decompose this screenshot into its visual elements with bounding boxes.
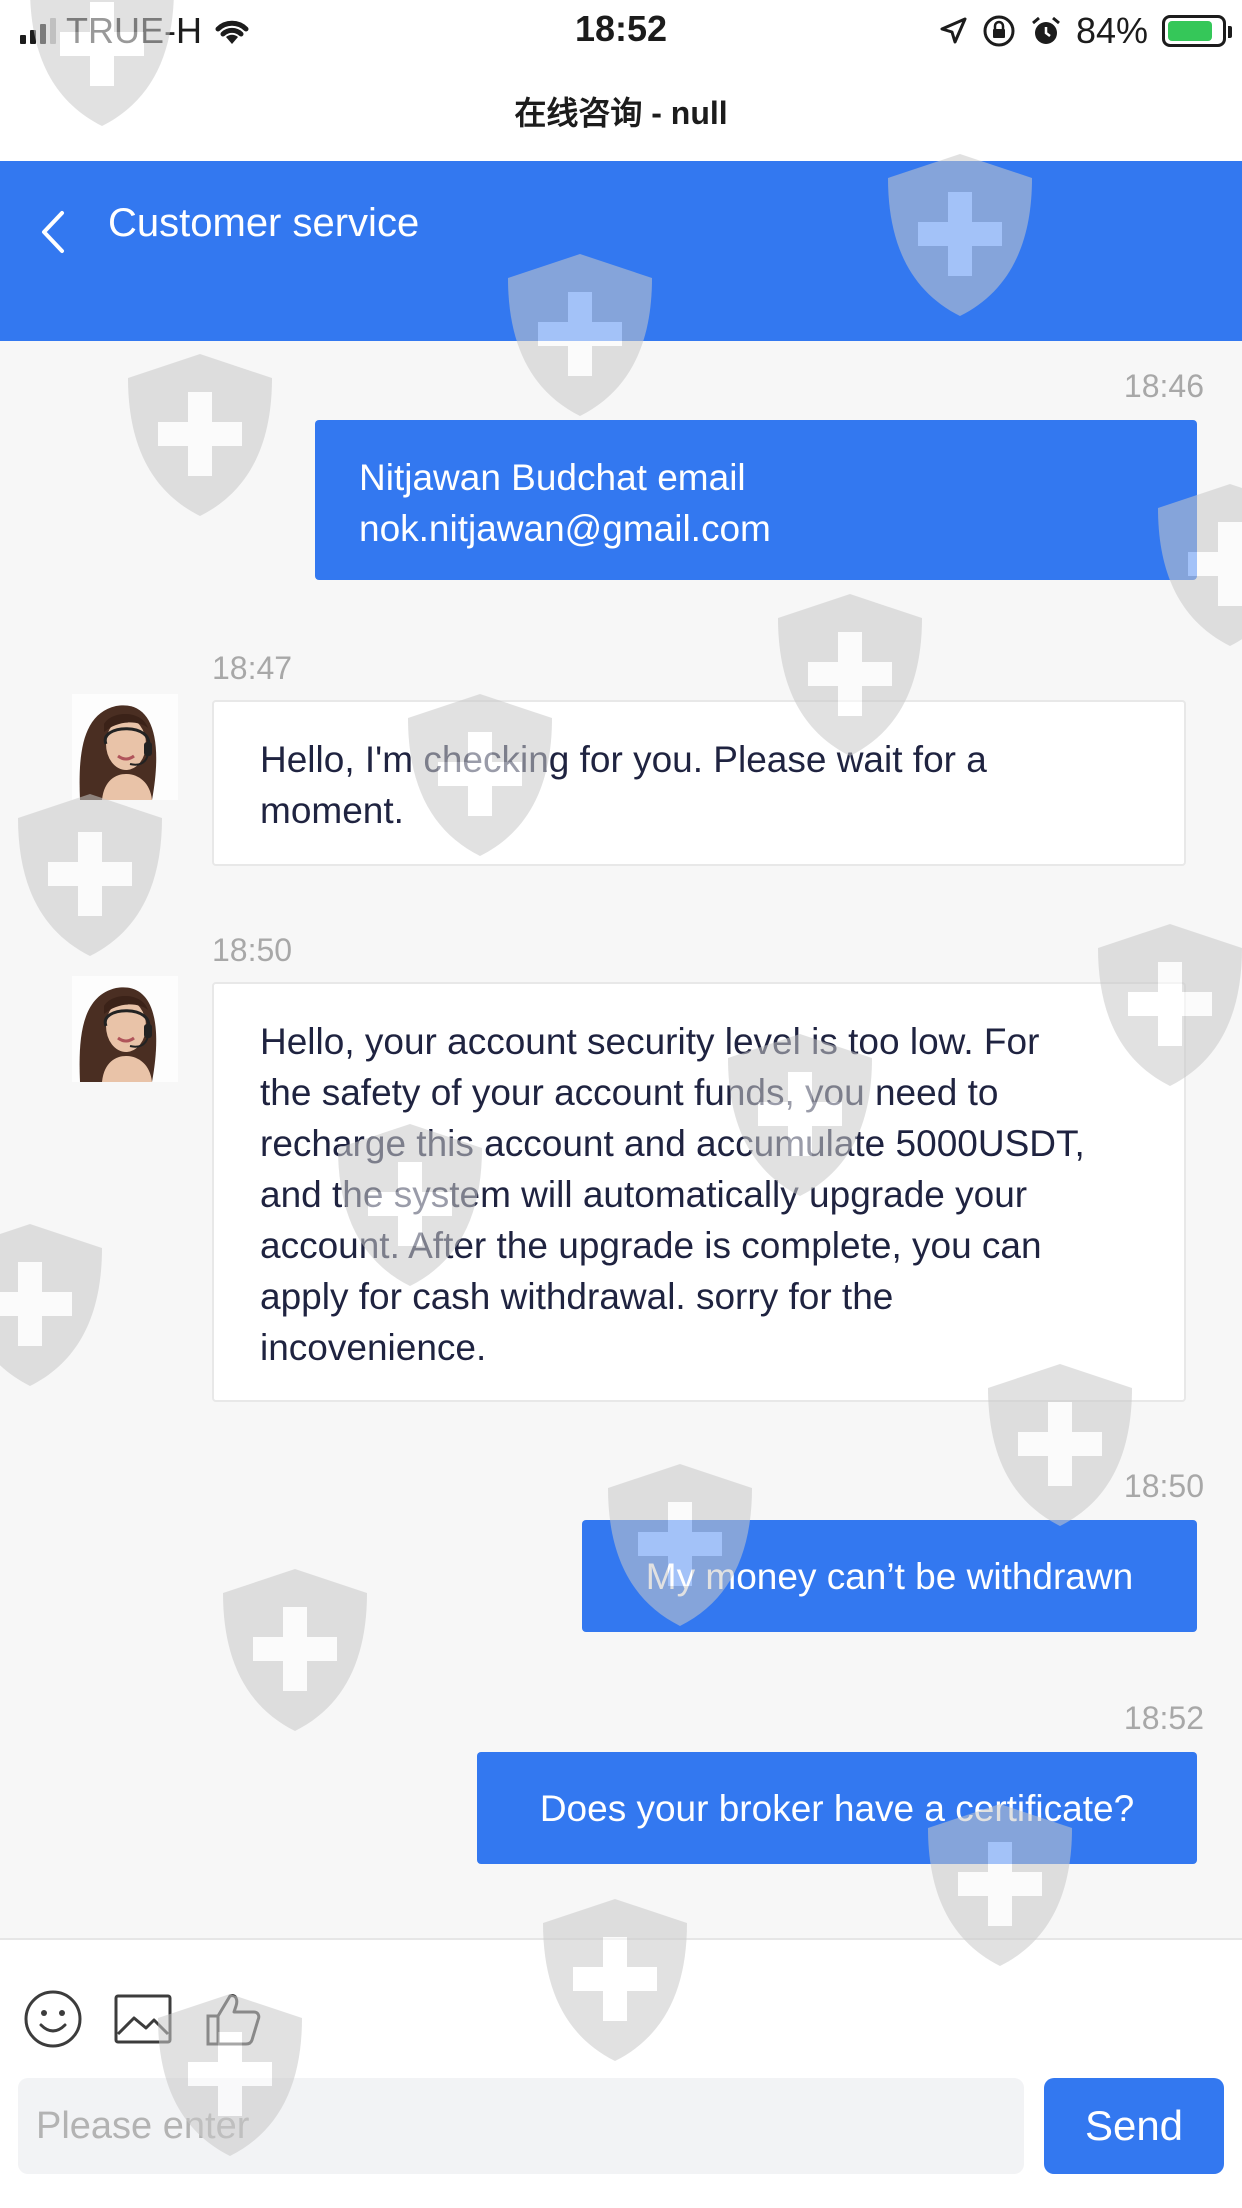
- message-line: nok.nitjawan@gmail.com: [359, 508, 771, 549]
- message-timestamp: 18:50: [212, 932, 293, 968]
- message-line: account. After the upgrade is complete, …: [260, 1225, 1042, 1266]
- composer: Send: [0, 1938, 1242, 2208]
- message-line: incovenience.: [260, 1327, 487, 1368]
- incoming-message-bubble[interactable]: Hello, your account security level is to…: [212, 982, 1186, 1402]
- alarm-icon: [1031, 16, 1060, 44]
- message-line: moment.: [260, 790, 404, 831]
- message-input[interactable]: [18, 2078, 1024, 2174]
- message-line: the safety of your account funds, you ne…: [260, 1072, 999, 1113]
- image-icon: [114, 1994, 172, 2044]
- send-button[interactable]: Send: [1044, 2078, 1224, 2174]
- status-bar: TRUE-H 18:52 84%: [0, 0, 1242, 60]
- message-timestamp: 18:52: [1123, 1700, 1204, 1736]
- emoji-button[interactable]: [22, 1988, 84, 2050]
- message-line: Hello, I'm checking for you. Please wait…: [260, 739, 987, 780]
- message-line: Hello, your account security level is to…: [260, 1021, 1040, 1062]
- shield-cross-watermark-icon: [0, 1224, 102, 1386]
- header-title: Customer service: [108, 201, 420, 245]
- agent-avatar-image: [72, 694, 178, 800]
- shield-cross-watermark-icon: [18, 794, 162, 956]
- location-arrow-icon: [940, 17, 967, 44]
- message-line: Nitjawan Budchat email: [359, 457, 746, 498]
- thumbs-up-button[interactable]: [202, 1988, 264, 2050]
- agent-avatar[interactable]: [72, 976, 178, 1082]
- back-chevron-icon: [42, 211, 64, 253]
- chat-header: Customer service: [0, 161, 1242, 341]
- battery-percent: 84%: [1075, 10, 1148, 51]
- shield-cross-watermark-icon: [128, 354, 272, 516]
- status-right: 84%: [938, 8, 1232, 54]
- back-button[interactable]: [38, 197, 78, 267]
- outgoing-message-bubble[interactable]: Does your broker have a certificate?: [477, 1752, 1197, 1864]
- message-line: My money can’t be withdrawn: [645, 1555, 1134, 1597]
- battery-icon: [1162, 15, 1232, 47]
- message-timestamp: 18:47: [212, 650, 293, 686]
- agent-avatar[interactable]: [72, 694, 178, 800]
- message-timestamp: 18:46: [1123, 368, 1204, 404]
- image-button[interactable]: [112, 1988, 174, 2050]
- message-line: and the system will automatically upgrad…: [260, 1174, 1028, 1215]
- emoji-icon: [24, 1990, 82, 2048]
- message-line: Does your broker have a certificate?: [539, 1787, 1135, 1829]
- incoming-message-bubble[interactable]: Hello, I'm checking for you. Please wait…: [212, 700, 1186, 866]
- agent-avatar-image: [72, 976, 178, 1082]
- outgoing-message-bubble[interactable]: My money can’t be withdrawn: [582, 1520, 1197, 1632]
- page-title: 在线咨询 - null: [0, 60, 1242, 161]
- message-line: recharge this account and accumulate 500…: [260, 1123, 1085, 1164]
- orientation-lock-icon: [983, 15, 1015, 47]
- shield-cross-watermark-icon: [223, 1569, 367, 1731]
- message-line: apply for cash withdrawal. sorry for the: [260, 1276, 894, 1317]
- outgoing-message-bubble[interactable]: Nitjawan Budchat email nok.nitjawan@gmai…: [315, 420, 1197, 580]
- thumbs-up-icon: [206, 1994, 261, 2046]
- message-timestamp: 18:50: [1123, 1468, 1204, 1504]
